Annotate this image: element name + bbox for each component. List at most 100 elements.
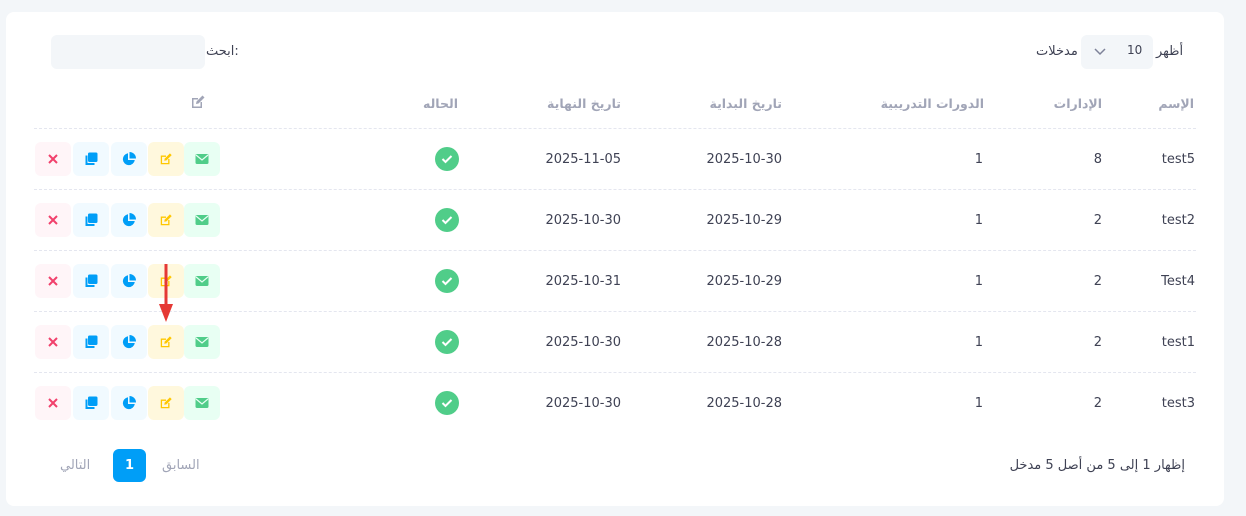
copy-button[interactable]	[73, 142, 109, 176]
edit-icon	[190, 94, 206, 114]
prev-button[interactable]: السابق	[162, 456, 200, 476]
copy-icon	[84, 335, 98, 349]
delete-button[interactable]	[35, 142, 71, 176]
cell-end-date: 2025-10-30	[545, 396, 621, 411]
header-status[interactable]: الحاله	[423, 94, 458, 114]
edit-button[interactable]	[148, 386, 184, 420]
chevron-down-icon	[1093, 42, 1107, 66]
cell-courses: 1	[974, 213, 983, 228]
cell-start-date: 2025-10-29	[706, 213, 782, 228]
cell-end-date: 2025-10-30	[545, 335, 621, 350]
delete-button[interactable]	[35, 325, 71, 359]
pie-chart-icon	[122, 274, 136, 288]
page-size-value: 10	[1127, 43, 1143, 57]
email-button[interactable]	[184, 325, 220, 359]
cell-departments: 2	[1093, 335, 1102, 350]
stats-button[interactable]	[111, 325, 147, 359]
copy-button[interactable]	[73, 203, 109, 237]
check-circle-icon	[435, 208, 459, 232]
cell-start-date: 2025-10-30	[706, 152, 782, 167]
delete-button[interactable]	[35, 264, 71, 298]
copy-icon	[84, 152, 98, 166]
cell-name: Test4	[1161, 274, 1195, 289]
row-divider	[34, 372, 1196, 373]
header-divider	[34, 128, 1196, 129]
copy-icon	[84, 396, 98, 410]
stats-button[interactable]	[111, 203, 147, 237]
stats-button[interactable]	[111, 142, 147, 176]
envelope-icon	[195, 275, 209, 287]
cell-departments: 8	[1093, 152, 1102, 167]
cell-start-date: 2025-10-29	[706, 274, 782, 289]
edit-button[interactable]	[148, 325, 184, 359]
close-icon	[47, 397, 59, 409]
delete-button[interactable]	[35, 203, 71, 237]
close-icon	[47, 153, 59, 165]
cell-name: test3	[1161, 396, 1195, 411]
copy-button[interactable]	[73, 325, 109, 359]
row-divider	[34, 250, 1196, 251]
check-circle-icon	[435, 330, 459, 354]
cell-courses: 1	[974, 396, 983, 411]
cell-departments: 2	[1093, 274, 1102, 289]
edit-button[interactable]	[148, 142, 184, 176]
close-icon	[47, 214, 59, 226]
search-label: ابحث:	[206, 44, 239, 59]
cell-departments: 2	[1093, 396, 1102, 411]
table-info: إظهار 1 إلى 5 من أصل 5 مدخل	[1009, 458, 1185, 473]
copy-button[interactable]	[73, 386, 109, 420]
annotation-arrow	[156, 262, 176, 328]
email-button[interactable]	[184, 264, 220, 298]
edit-icon	[159, 396, 173, 410]
copy-button[interactable]	[73, 264, 109, 298]
cell-end-date: 2025-10-31	[545, 274, 621, 289]
email-button[interactable]	[184, 386, 220, 420]
search-input[interactable]	[51, 35, 205, 69]
cell-start-date: 2025-10-28	[706, 396, 782, 411]
cell-courses: 1	[974, 274, 983, 289]
cell-departments: 2	[1093, 213, 1102, 228]
pie-chart-icon	[122, 396, 136, 410]
edit-button[interactable]	[148, 203, 184, 237]
close-icon	[47, 336, 59, 348]
header-name[interactable]: الإسم	[1158, 94, 1194, 114]
envelope-icon	[195, 214, 209, 226]
header-departments[interactable]: الإدارات	[1054, 94, 1102, 114]
envelope-icon	[195, 153, 209, 165]
delete-button[interactable]	[35, 386, 71, 420]
edit-icon	[159, 152, 173, 166]
header-end-date[interactable]: تاريخ النهاية	[547, 94, 621, 114]
pie-chart-icon	[122, 152, 136, 166]
cell-name: test1	[1161, 335, 1195, 350]
header-courses[interactable]: الدورات التدريبية	[881, 94, 984, 114]
envelope-icon	[195, 336, 209, 348]
header-start-date[interactable]: تاريخ البداية	[710, 94, 783, 114]
cell-courses: 1	[974, 152, 983, 167]
show-label: أظهر	[1156, 44, 1184, 59]
copy-icon	[84, 213, 98, 227]
page-size-select[interactable]: 10	[1081, 35, 1153, 69]
cell-name: test2	[1161, 213, 1195, 228]
page-1-button[interactable]: 1	[113, 449, 146, 482]
close-icon	[47, 275, 59, 287]
cell-name: test5	[1161, 152, 1195, 167]
email-button[interactable]	[184, 142, 220, 176]
cell-courses: 1	[974, 335, 983, 350]
edit-icon	[159, 213, 173, 227]
email-button[interactable]	[184, 203, 220, 237]
check-circle-icon	[435, 391, 459, 415]
stats-button[interactable]	[111, 386, 147, 420]
entries-label: مدخلات	[1036, 44, 1078, 59]
stats-button[interactable]	[111, 264, 147, 298]
cell-start-date: 2025-10-28	[706, 335, 782, 350]
edit-icon	[159, 335, 173, 349]
check-circle-icon	[435, 269, 459, 293]
table-card: أظهر 10 مدخلات ابحث: الإسم الإدارات الدو…	[6, 12, 1224, 506]
copy-icon	[84, 274, 98, 288]
row-divider	[34, 189, 1196, 190]
check-circle-icon	[435, 147, 459, 171]
next-button[interactable]: التالي	[60, 456, 90, 476]
row-divider	[34, 311, 1196, 312]
cell-end-date: 2025-10-30	[545, 213, 621, 228]
envelope-icon	[195, 397, 209, 409]
